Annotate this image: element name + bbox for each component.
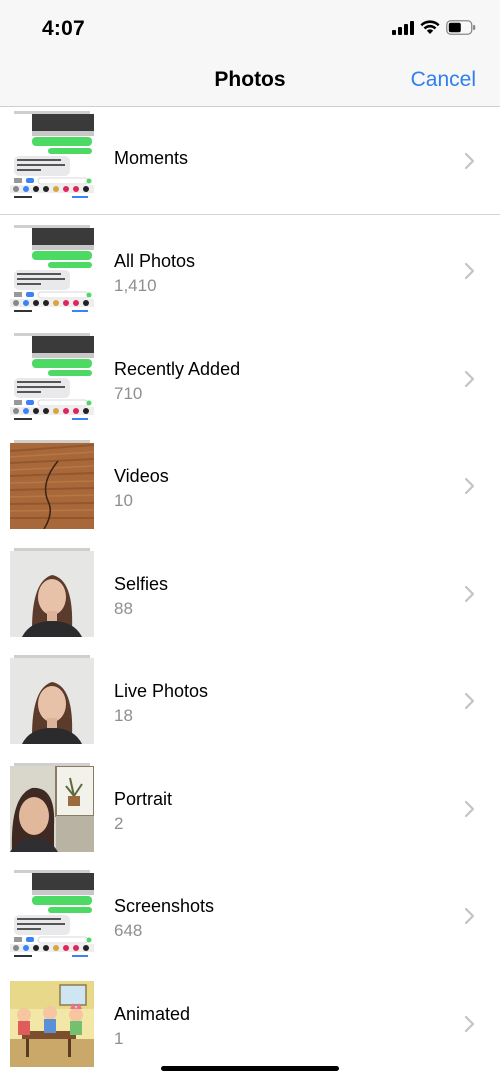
chevron-right-icon xyxy=(464,152,475,170)
cancel-button[interactable]: Cancel xyxy=(411,68,476,92)
album-row-animated[interactable]: Animated 1 xyxy=(0,968,500,1076)
album-row-live-photos[interactable]: Live Photos 18 xyxy=(0,645,500,753)
album-row-all-photos[interactable]: All Photos 1,410 xyxy=(0,215,500,323)
album-count: 1 xyxy=(114,1028,124,1048)
chevron-right-icon xyxy=(464,370,475,387)
album-thumbnail xyxy=(10,765,94,852)
album-thumbnail xyxy=(10,980,94,1067)
album-count: 1,410 xyxy=(114,276,157,295)
album-row-recently-added[interactable]: Recently Added 710 xyxy=(0,323,500,431)
album-thumbnail xyxy=(10,658,94,744)
album-name: Videos xyxy=(114,466,169,486)
chevron-right-icon xyxy=(464,262,475,280)
album-count: 10 xyxy=(114,491,133,510)
album-thumbnail xyxy=(10,873,94,959)
navigation-bar: Photos Cancel xyxy=(0,58,500,107)
album-name: All Photos xyxy=(114,251,196,271)
album-thumbnail xyxy=(10,550,94,637)
album-count: 710 xyxy=(114,383,143,403)
album-name: Animated xyxy=(114,1003,191,1024)
album-name: Live Photos xyxy=(114,681,209,701)
status-bar: 4:07 xyxy=(0,0,500,58)
wifi-icon xyxy=(420,20,440,34)
album-count: 2 xyxy=(114,813,124,833)
cellular-signal-icon xyxy=(392,20,414,35)
album-list: Moments All Photos 1,410 Recently Added … xyxy=(0,107,500,1075)
album-thumbnail xyxy=(10,228,94,314)
album-count: 18 xyxy=(114,706,133,725)
chevron-right-icon xyxy=(464,800,475,817)
chevron-right-icon xyxy=(464,585,475,602)
album-name: Screenshots xyxy=(114,896,215,916)
album-row-moments[interactable]: Moments xyxy=(0,107,500,215)
album-name: Moments xyxy=(114,148,189,168)
chevron-right-icon xyxy=(464,692,475,710)
status-time: 4:07 xyxy=(42,17,85,40)
album-row-portrait[interactable]: Portrait 2 xyxy=(0,753,500,861)
album-name: Selfies xyxy=(114,573,169,594)
album-row-videos[interactable]: Videos 10 xyxy=(0,430,500,538)
chevron-right-icon xyxy=(464,477,475,495)
chevron-right-icon xyxy=(464,907,475,925)
album-name: Recently Added xyxy=(114,358,241,379)
status-icons xyxy=(392,20,476,35)
album-thumbnail xyxy=(10,335,94,422)
album-count: 88 xyxy=(114,598,133,618)
battery-icon xyxy=(446,20,476,35)
album-row-selfies[interactable]: Selfies 88 xyxy=(0,538,500,646)
album-count: 648 xyxy=(114,921,143,940)
album-name: Portrait xyxy=(114,788,173,809)
album-thumbnail xyxy=(10,114,94,200)
album-thumbnail xyxy=(10,443,94,529)
home-indicator[interactable] xyxy=(161,1066,339,1071)
chevron-right-icon xyxy=(464,1015,475,1032)
album-row-screenshots[interactable]: Screenshots 648 xyxy=(0,860,500,968)
